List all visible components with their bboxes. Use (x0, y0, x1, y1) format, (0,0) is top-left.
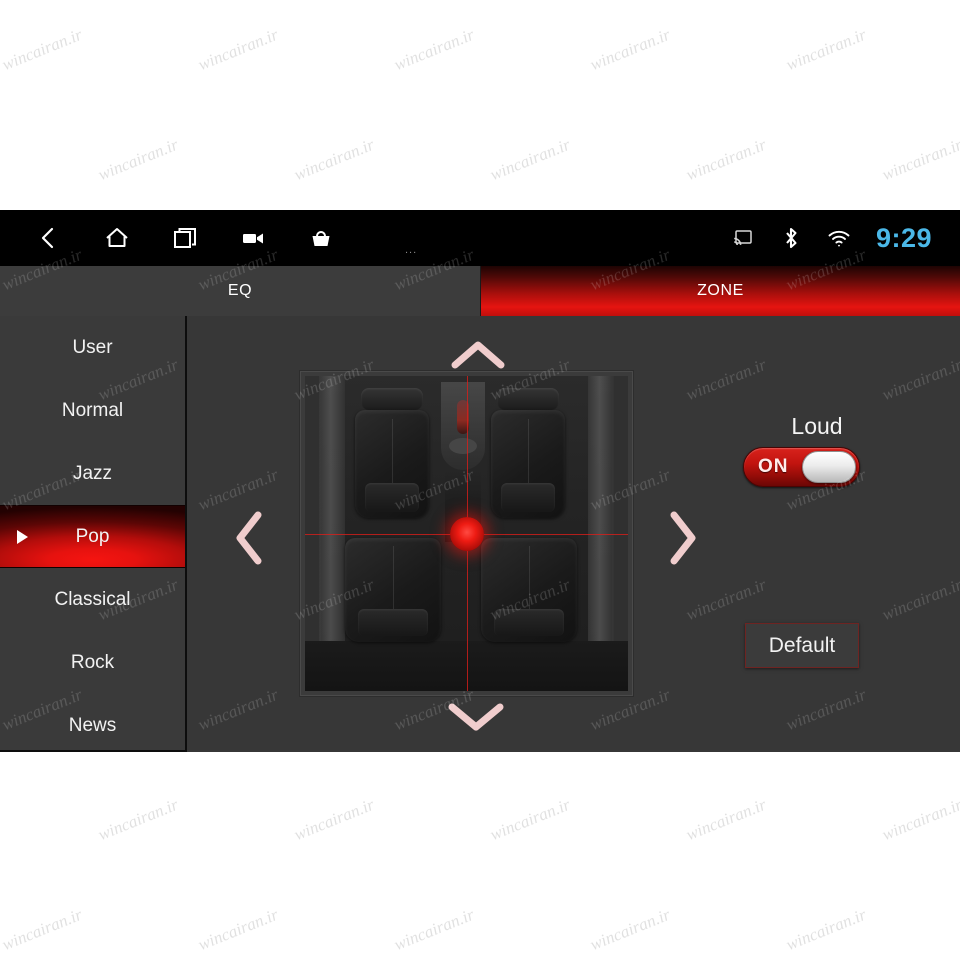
watermark-text: wincairan.ir (391, 24, 477, 75)
watermark-text: wincairan.ir (195, 24, 281, 75)
sidebar-item-label: Pop (75, 525, 110, 547)
basket-icon[interactable] (306, 223, 336, 253)
video-camera-icon[interactable] (238, 223, 268, 253)
wifi-icon[interactable] (824, 223, 854, 253)
watermark-text: wincairan.ir (783, 24, 869, 75)
watermark-text: wincairan.ir (0, 24, 85, 75)
tab-zone[interactable]: ZONE (481, 266, 960, 316)
bluetooth-icon[interactable] (776, 223, 806, 253)
watermark-text: wincairan.ir (587, 904, 673, 955)
watermark-text: wincairan.ir (95, 134, 181, 185)
watermark-text: wincairan.ir (783, 904, 869, 955)
default-button-label: Default (768, 633, 836, 657)
cast-icon[interactable] (728, 223, 758, 253)
sidebar-item-pop[interactable]: Pop (0, 505, 185, 568)
chevron-up-icon[interactable] (449, 338, 507, 372)
status-bar: ... 9:29 (0, 210, 960, 266)
overflow-indicator: ... (405, 244, 418, 256)
chevron-right-icon[interactable] (665, 509, 699, 567)
loud-label: Loud (791, 413, 843, 439)
screenshot-canvas: ... 9:29 EQ ZONE User Normal Jazz Pop Cl… (0, 0, 960, 960)
status-icons: 9:29 (728, 210, 932, 266)
default-button[interactable]: Default (745, 623, 859, 668)
seat-rear-right (481, 538, 577, 642)
head-unit-screen: ... 9:29 EQ ZONE User Normal Jazz Pop Cl… (0, 210, 960, 752)
recents-icon[interactable] (170, 223, 200, 253)
watermark-text: wincairan.ir (879, 134, 960, 185)
sidebar-item-rock[interactable]: Rock (0, 631, 185, 694)
car-cabin-zone-map[interactable] (300, 371, 633, 696)
content-area: User Normal Jazz Pop Classical Rock News… (0, 316, 960, 752)
watermark-text: wincairan.ir (291, 794, 377, 845)
loud-toggle[interactable]: ON (743, 447, 860, 487)
home-icon[interactable] (102, 223, 132, 253)
seat-rear-left (345, 538, 441, 642)
seat-front-right (491, 410, 565, 518)
watermark-text: wincairan.ir (587, 24, 673, 75)
sidebar-item-normal[interactable]: Normal (0, 379, 185, 442)
tab-zone-label: ZONE (697, 282, 744, 299)
tab-eq-label: EQ (227, 282, 253, 299)
chevron-down-icon[interactable] (445, 698, 507, 734)
headrest-front-left (361, 388, 423, 410)
tab-bar: EQ ZONE (0, 266, 960, 316)
watermark-text: wincairan.ir (487, 134, 573, 185)
sidebar-item-label: News (68, 714, 117, 736)
toggle-knob[interactable] (802, 451, 856, 483)
sidebar-item-label: Rock (70, 651, 115, 673)
seat-front-left (355, 410, 429, 518)
sidebar-item-label: Classical (54, 588, 131, 610)
car-interior-image (305, 376, 628, 691)
play-triangle-icon (17, 529, 28, 544)
zone-panel: Loud ON Default (187, 316, 960, 752)
watermark-text: wincairan.ir (879, 794, 960, 845)
back-icon[interactable] (34, 223, 64, 253)
zone-focus-dot[interactable] (449, 516, 484, 551)
watermark-text: wincairan.ir (391, 904, 477, 955)
watermark-text: wincairan.ir (195, 904, 281, 955)
navigation-bar (34, 210, 336, 266)
watermark-text: wincairan.ir (683, 134, 769, 185)
eq-preset-list: User Normal Jazz Pop Classical Rock News (0, 316, 187, 752)
sidebar-item-label: Normal (61, 399, 124, 421)
sidebar-item-label: Jazz (72, 462, 113, 484)
headrest-front-right (497, 388, 559, 410)
watermark-text: wincairan.ir (291, 134, 377, 185)
chevron-left-icon[interactable] (233, 509, 267, 567)
status-clock: 9:29 (875, 222, 932, 253)
sidebar-item-user[interactable]: User (0, 316, 185, 379)
sidebar-item-classical[interactable]: Classical (0, 568, 185, 631)
shifter-base (449, 438, 477, 454)
sidebar-item-jazz[interactable]: Jazz (0, 442, 185, 505)
sidebar-item-news[interactable]: News (0, 694, 185, 752)
loud-toggle-state: ON (758, 456, 789, 477)
watermark-text: wincairan.ir (683, 794, 769, 845)
watermark-text: wincairan.ir (0, 904, 85, 955)
sidebar-item-label: User (72, 336, 113, 358)
watermark-text: wincairan.ir (95, 794, 181, 845)
tab-eq[interactable]: EQ (0, 266, 481, 316)
watermark-text: wincairan.ir (487, 794, 573, 845)
